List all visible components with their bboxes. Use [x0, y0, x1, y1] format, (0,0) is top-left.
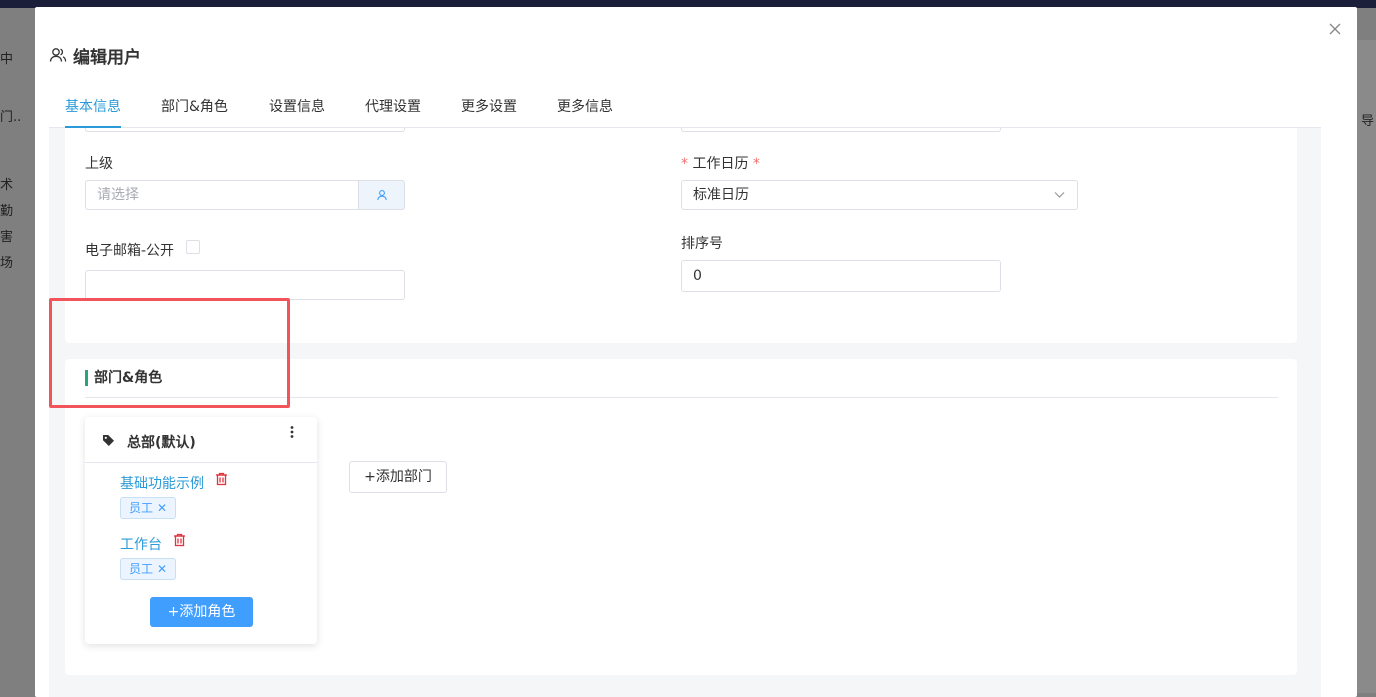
dept-role-card: 部门&角色 总部(默认) 基础功能示例 员工 ✕ 工作台 员工 ✕ +添加角色 … [65, 359, 1297, 675]
role-tag-label: 员工 [129, 562, 154, 576]
background-table-edge [1357, 40, 1376, 693]
calendar-label-text: 工作日历 [692, 156, 749, 172]
more-vertical-icon[interactable] [288, 425, 296, 439]
trash-icon[interactable] [215, 472, 228, 486]
department-card: 总部(默认) 基础功能示例 员工 ✕ 工作台 员工 ✕ +添加角色 [85, 417, 317, 644]
close-icon[interactable]: ✕ [157, 562, 167, 576]
user-icon [376, 190, 387, 201]
cut-off-input[interactable] [681, 128, 1001, 132]
dialog-title: 编辑用户 [73, 47, 141, 68]
cut-off-input[interactable] [85, 128, 405, 132]
bg-text: 术 [0, 178, 14, 193]
close-icon[interactable] [1327, 21, 1343, 37]
department-header: 总部(默认) [85, 417, 317, 463]
role-tag: 员工 ✕ [120, 497, 177, 519]
tag-icon [103, 435, 114, 446]
section-title: 部门&角色 [85, 370, 162, 386]
department-name: 总部(默认) [127, 435, 196, 451]
dialog-title-bar: 编辑用户 [49, 43, 141, 68]
role-tag-label: 员工 [129, 501, 154, 515]
bg-text: 场 [0, 256, 14, 271]
bg-text: 害 [0, 230, 14, 245]
calendar-value: 标准日历 [693, 187, 749, 203]
add-department-button[interactable]: +添加部门 [349, 461, 447, 493]
email-label: 电子邮箱-公开 [85, 243, 175, 259]
trash-icon[interactable] [173, 533, 186, 547]
role-link[interactable]: 基础功能示例 [120, 473, 204, 493]
role-tag: 员工 ✕ [120, 558, 177, 580]
tab-settings-info[interactable]: 设置信息 [269, 93, 325, 127]
edit-user-dialog: 编辑用户 基本信息 部门&角色 设置信息 代理设置 更多设置 更多信息 上级 请… [35, 7, 1357, 697]
bg-text: 门.. [0, 110, 22, 125]
user-group-icon [49, 48, 67, 62]
dialog-body: 上级 请选择 * 工作日历 * 标准日历 电子邮箱-公开 排序号 0 部门&角色… [49, 128, 1321, 697]
bg-text: 导 [1360, 114, 1374, 129]
tab-bar: 基本信息 部门&角色 设置信息 代理设置 更多设置 更多信息 [49, 93, 1321, 128]
email-public-checkbox[interactable] [186, 240, 200, 254]
select-user-button[interactable] [359, 180, 405, 210]
tab-more-settings[interactable]: 更多设置 [461, 93, 517, 127]
add-role-button[interactable]: +添加角色 [150, 597, 253, 627]
chevron-down-icon [1054, 192, 1065, 198]
sort-label: 排序号 [681, 236, 723, 252]
bg-text: 中 [0, 52, 14, 67]
tab-dept-role[interactable]: 部门&角色 [161, 93, 228, 127]
superior-input[interactable]: 请选择 [85, 180, 359, 210]
tab-more-info[interactable]: 更多信息 [557, 93, 613, 127]
role-link[interactable]: 工作台 [120, 534, 162, 554]
calendar-label: * 工作日历 * [681, 153, 760, 173]
tab-basic-info[interactable]: 基本信息 [65, 93, 121, 128]
section-divider [85, 397, 1278, 398]
bg-text: 勤 [0, 204, 14, 219]
basic-info-card: 上级 请选择 * 工作日历 * 标准日历 电子邮箱-公开 排序号 0 [65, 128, 1297, 343]
required-mark: * [752, 156, 760, 172]
tab-proxy-settings[interactable]: 代理设置 [365, 93, 421, 127]
superior-label: 上级 [85, 156, 113, 172]
required-mark: * [681, 156, 688, 172]
close-icon[interactable]: ✕ [157, 501, 167, 515]
sort-input[interactable]: 0 [681, 260, 1001, 292]
email-input[interactable] [85, 270, 405, 300]
calendar-select[interactable]: 标准日历 [681, 180, 1078, 210]
